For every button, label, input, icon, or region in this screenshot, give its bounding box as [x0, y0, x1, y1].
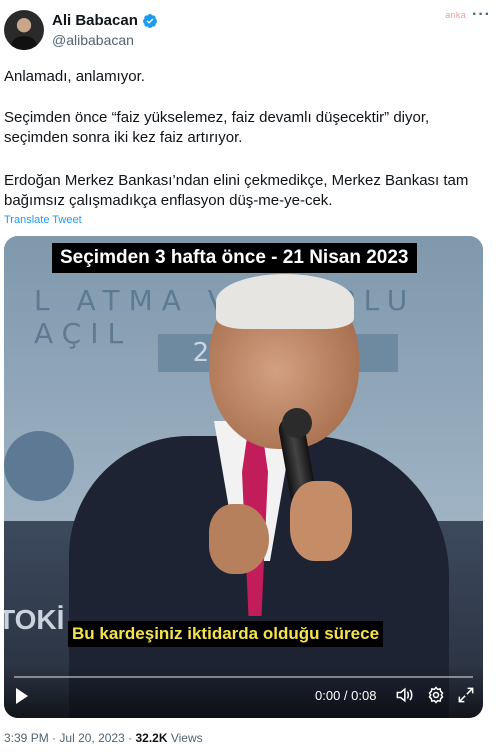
author-name[interactable]: Ali Babacan	[52, 12, 138, 29]
video-controls: 0:00 / 0:08	[4, 666, 483, 718]
speaker-hand	[209, 504, 269, 574]
avatar[interactable]	[4, 10, 44, 50]
fullscreen-icon[interactable]	[456, 685, 476, 705]
video-caption-bottom: Bu kardeşiniz iktidarda olduğu sürece	[68, 621, 384, 647]
video-player[interactable]: L ATMA VE TOPLU AÇIL 21 NİSAN 2023 TOKİ …	[4, 236, 483, 718]
speaker-hair	[216, 274, 354, 329]
tweet-text-line2: Seçimden önce “faiz yükselemez, faiz dev…	[4, 109, 430, 146]
header-actions: anka ···	[445, 7, 491, 23]
microphone-head	[282, 408, 312, 438]
views-label: Views	[170, 731, 203, 745]
tweet-text-line1: Anlamadı, anlamıyor.	[4, 68, 145, 85]
volume-icon[interactable]	[394, 685, 414, 705]
author-name-row: Ali Babacan	[52, 12, 158, 29]
more-options-icon[interactable]: ···	[472, 7, 491, 23]
translate-tweet-link[interactable]: Translate Tweet	[4, 214, 82, 226]
verified-badge-icon	[142, 13, 157, 28]
tweet-date[interactable]: Jul 20, 2023	[59, 731, 124, 745]
watermark-label: anka	[445, 10, 467, 20]
play-icon[interactable]	[16, 688, 28, 704]
emblem-shape	[4, 431, 74, 501]
video-caption-top: Seçimden 3 hafta önce - 21 Nisan 2023	[52, 243, 417, 273]
views-count: 32.2K	[135, 731, 168, 745]
meta-separator-2: ·	[128, 731, 133, 745]
meta-separator: ·	[52, 731, 57, 745]
author-handle[interactable]: @alibabacan	[52, 32, 134, 48]
tweet-time[interactable]: 3:39 PM	[4, 731, 49, 745]
speaker-fist	[290, 481, 352, 561]
video-banner-left: TOKİ	[4, 604, 65, 635]
tweet-header: Ali Babacan @alibabacan anka ···	[4, 7, 499, 54]
video-time: 0:00 / 0:08	[315, 688, 377, 703]
tweet-text-line3: Erdoğan Merkez Bankası’ndan elini çekmed…	[4, 172, 469, 209]
video-progress-bar[interactable]	[14, 676, 473, 678]
tweet-meta: 3:39 PM · Jul 20, 2023 · 32.2K Views	[4, 731, 203, 745]
settings-gear-icon[interactable]	[426, 685, 446, 705]
